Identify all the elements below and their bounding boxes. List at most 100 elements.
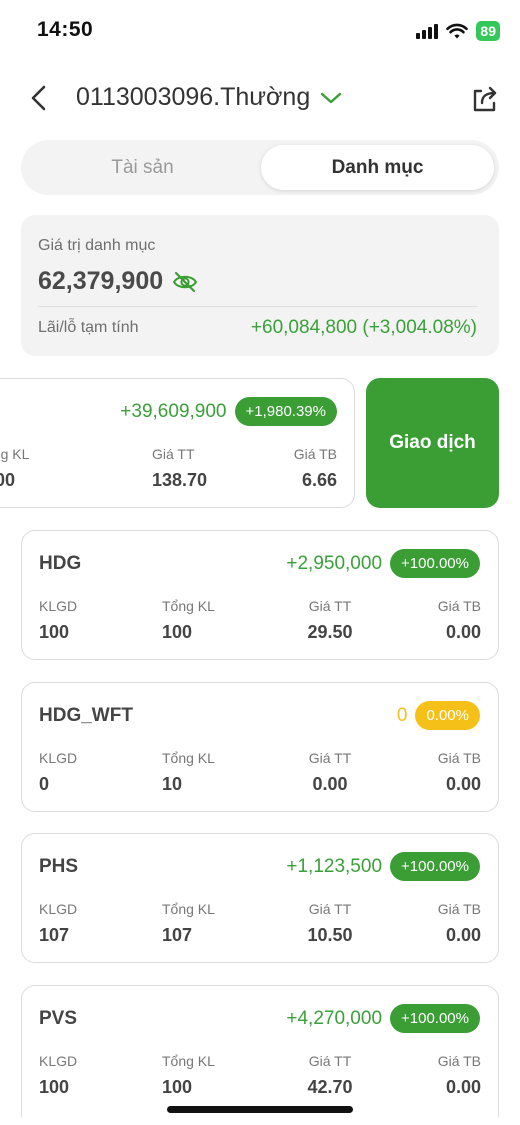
col-value: 0.00 [445, 1077, 481, 1097]
eye-off-icon[interactable] [172, 271, 198, 293]
holding-card-scrolled[interactable]: +39,609,900 +1,980.39% ổng KL 300 Giá TT… [0, 378, 355, 508]
col-value: 138.70 [152, 470, 208, 490]
col-value: 10 [162, 774, 183, 794]
holding-card[interactable]: HDG_WFT 0 0.00% KLGD 0 Tổng KL 10 Giá TT 0.… [21, 682, 499, 812]
portfolio-summary: Giá trị danh mục 62,379,900 Lãi/lỗ tạm t… [21, 215, 499, 356]
wifi-icon [446, 23, 469, 38]
cellular-signal-icon [416, 23, 439, 39]
holding-col: KLGD 100 [39, 1053, 77, 1098]
col-value: 0.00 [312, 774, 348, 794]
holding-symbol: PVS [39, 1008, 78, 1029]
holding-col: Giá TT 42.70 [280, 1053, 380, 1098]
divider [38, 306, 478, 307]
back-arrow-icon[interactable] [24, 82, 56, 114]
nav-bar: 0113003096.Thường [0, 70, 520, 126]
tab-assets[interactable]: Tài sản [26, 145, 259, 190]
col-label: Giá TT [308, 901, 352, 917]
holding-col: ổng KL 300 [0, 446, 29, 491]
col-label: Giá TT [308, 598, 352, 614]
col-label: KLGD [39, 750, 78, 766]
col-label: ổng KL [0, 446, 30, 462]
holding-col: Tổng KL 107 [162, 901, 215, 946]
col-value: 42.70 [307, 1077, 353, 1097]
holding-change-pill: 0.00% [415, 701, 480, 730]
status-bar: 14:50 89 [0, 0, 520, 60]
pl-label: Lãi/lỗ tạm tính [38, 319, 139, 336]
col-label: KLGD [39, 1053, 78, 1069]
home-indicator [167, 1106, 353, 1113]
segmented-tabs: Tài sản Danh mục [21, 140, 499, 195]
col-value: 107 [162, 925, 193, 945]
account-title: 0113003096.Thường [76, 83, 311, 111]
col-label: Giá TB [437, 901, 481, 917]
col-value: 100 [162, 622, 193, 642]
holding-card[interactable]: PVS +4,270,000 +100.00% KLGD 100 Tổng KL 1… [21, 985, 499, 1117]
holding-col: KLGD 100 [39, 598, 77, 643]
col-value: 0.00 [445, 622, 481, 642]
holding-change-pill: +100.00% [390, 549, 480, 578]
col-value: 6.66 [301, 470, 337, 490]
holding-col: KLGD 0 [39, 750, 77, 795]
holding-col: Giá TT 10.50 [280, 901, 380, 946]
pl-value: +60,084,800 (+3,004.08%) [250, 317, 477, 338]
holding-change-pill: +100.00% [390, 852, 480, 881]
col-value: 100 [162, 1077, 193, 1097]
col-label: KLGD [39, 598, 78, 614]
holding-change-value: +39,609,900 [120, 400, 227, 422]
holding-change-value: 0 [396, 704, 408, 726]
account-selector[interactable]: 0113003096.Thường [76, 83, 342, 112]
col-value: 10.50 [307, 925, 353, 945]
holding-change: +39,609,900 +1,980.39% [120, 397, 337, 426]
col-value: 107 [39, 925, 70, 945]
portfolio-value: 62,379,900 [38, 267, 198, 296]
col-label: Tổng KL [162, 750, 215, 766]
col-value: 0.00 [445, 925, 481, 945]
holding-change: +1,123,500 +100.00% [286, 852, 480, 881]
holding-change-value: +2,950,000 [286, 552, 383, 574]
battery-indicator: 89 [476, 21, 500, 41]
holding-col: Tổng KL 10 [162, 750, 215, 795]
col-label: KLGD [39, 901, 78, 917]
holding-change-value: +4,270,000 [286, 1007, 383, 1029]
col-label: Giá TB [437, 750, 481, 766]
col-label: Giá TB [293, 446, 337, 462]
holding-card[interactable]: PHS +1,123,500 +100.00% KLGD 107 Tổng KL 1… [21, 833, 499, 963]
chevron-down-icon [321, 92, 342, 103]
portfolio-value-amount: 62,379,900 [38, 267, 164, 295]
holding-card[interactable]: HDG +2,950,000 +100.00% KLGD 100 Tổng KL 1… [21, 530, 499, 660]
holding-col: KLGD 107 [39, 901, 77, 946]
status-icons: 89 [416, 20, 500, 42]
holding-change-pill: +100.00% [390, 1004, 480, 1033]
holding-symbol: HDG [39, 553, 82, 574]
col-label: Giá TT [152, 446, 195, 462]
col-value: 0 [39, 774, 50, 794]
col-label: Tổng KL [162, 1053, 215, 1069]
col-value: 100 [39, 622, 70, 642]
holding-col: Tổng KL 100 [162, 598, 215, 643]
holding-col: Giá TB 0.00 [438, 1053, 481, 1098]
col-label: Giá TT [308, 1053, 352, 1069]
holding-change: 0 0.00% [397, 701, 480, 730]
holding-col: Giá TT 0.00 [280, 750, 380, 795]
col-value: 100 [39, 1077, 70, 1097]
col-label: Giá TB [437, 1053, 481, 1069]
holding-col: Tổng KL 100 [162, 1053, 215, 1098]
holding-symbol: PHS [39, 856, 79, 877]
status-time: 14:50 [37, 18, 94, 41]
col-value: 300 [0, 470, 16, 490]
trade-button[interactable]: Giao dịch [366, 378, 499, 508]
portfolio-value-label: Giá trị danh mục [38, 237, 156, 254]
holding-col: Giá TB 0.00 [438, 901, 481, 946]
holding-change-pill: +1,980.39% [234, 397, 337, 426]
tab-portfolio[interactable]: Danh mục [261, 145, 494, 190]
col-label: Giá TB [437, 598, 481, 614]
holding-change: +2,950,000 +100.00% [286, 549, 480, 578]
holding-change-value: +1,123,500 [286, 855, 383, 877]
holding-col: Giá TB 0.00 [438, 598, 481, 643]
col-label: Tổng KL [162, 598, 215, 614]
share-icon[interactable] [468, 82, 502, 116]
holding-symbol: HDG_WFT [39, 705, 133, 726]
holding-col: Giá TB 6.66 [294, 446, 337, 491]
col-label: Giá TT [308, 750, 352, 766]
col-label: Tổng KL [162, 901, 215, 917]
